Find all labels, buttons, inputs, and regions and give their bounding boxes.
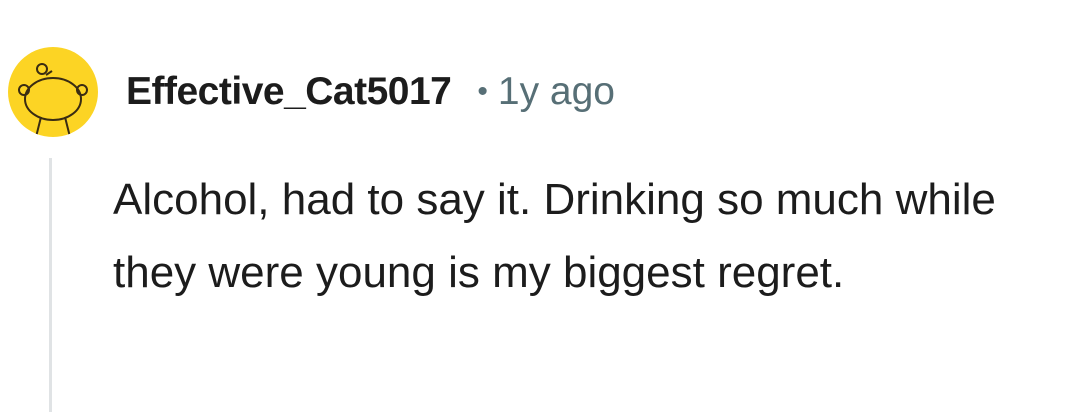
thread-collapse-line[interactable] (49, 158, 52, 412)
timestamp[interactable]: 1y ago (498, 70, 615, 114)
snoo-avatar-icon (18, 63, 88, 137)
username-link[interactable]: Effective_Cat5017 (126, 70, 452, 114)
user-avatar[interactable] (8, 47, 98, 137)
comment: Effective_Cat5017 • 1y ago Alcohol, had … (0, 0, 1080, 412)
comment-header: Effective_Cat5017 • 1y ago (126, 66, 615, 118)
comment-body: Alcohol, had to say it. Drinking so much… (113, 175, 996, 297)
separator-dot: • (477, 75, 488, 108)
